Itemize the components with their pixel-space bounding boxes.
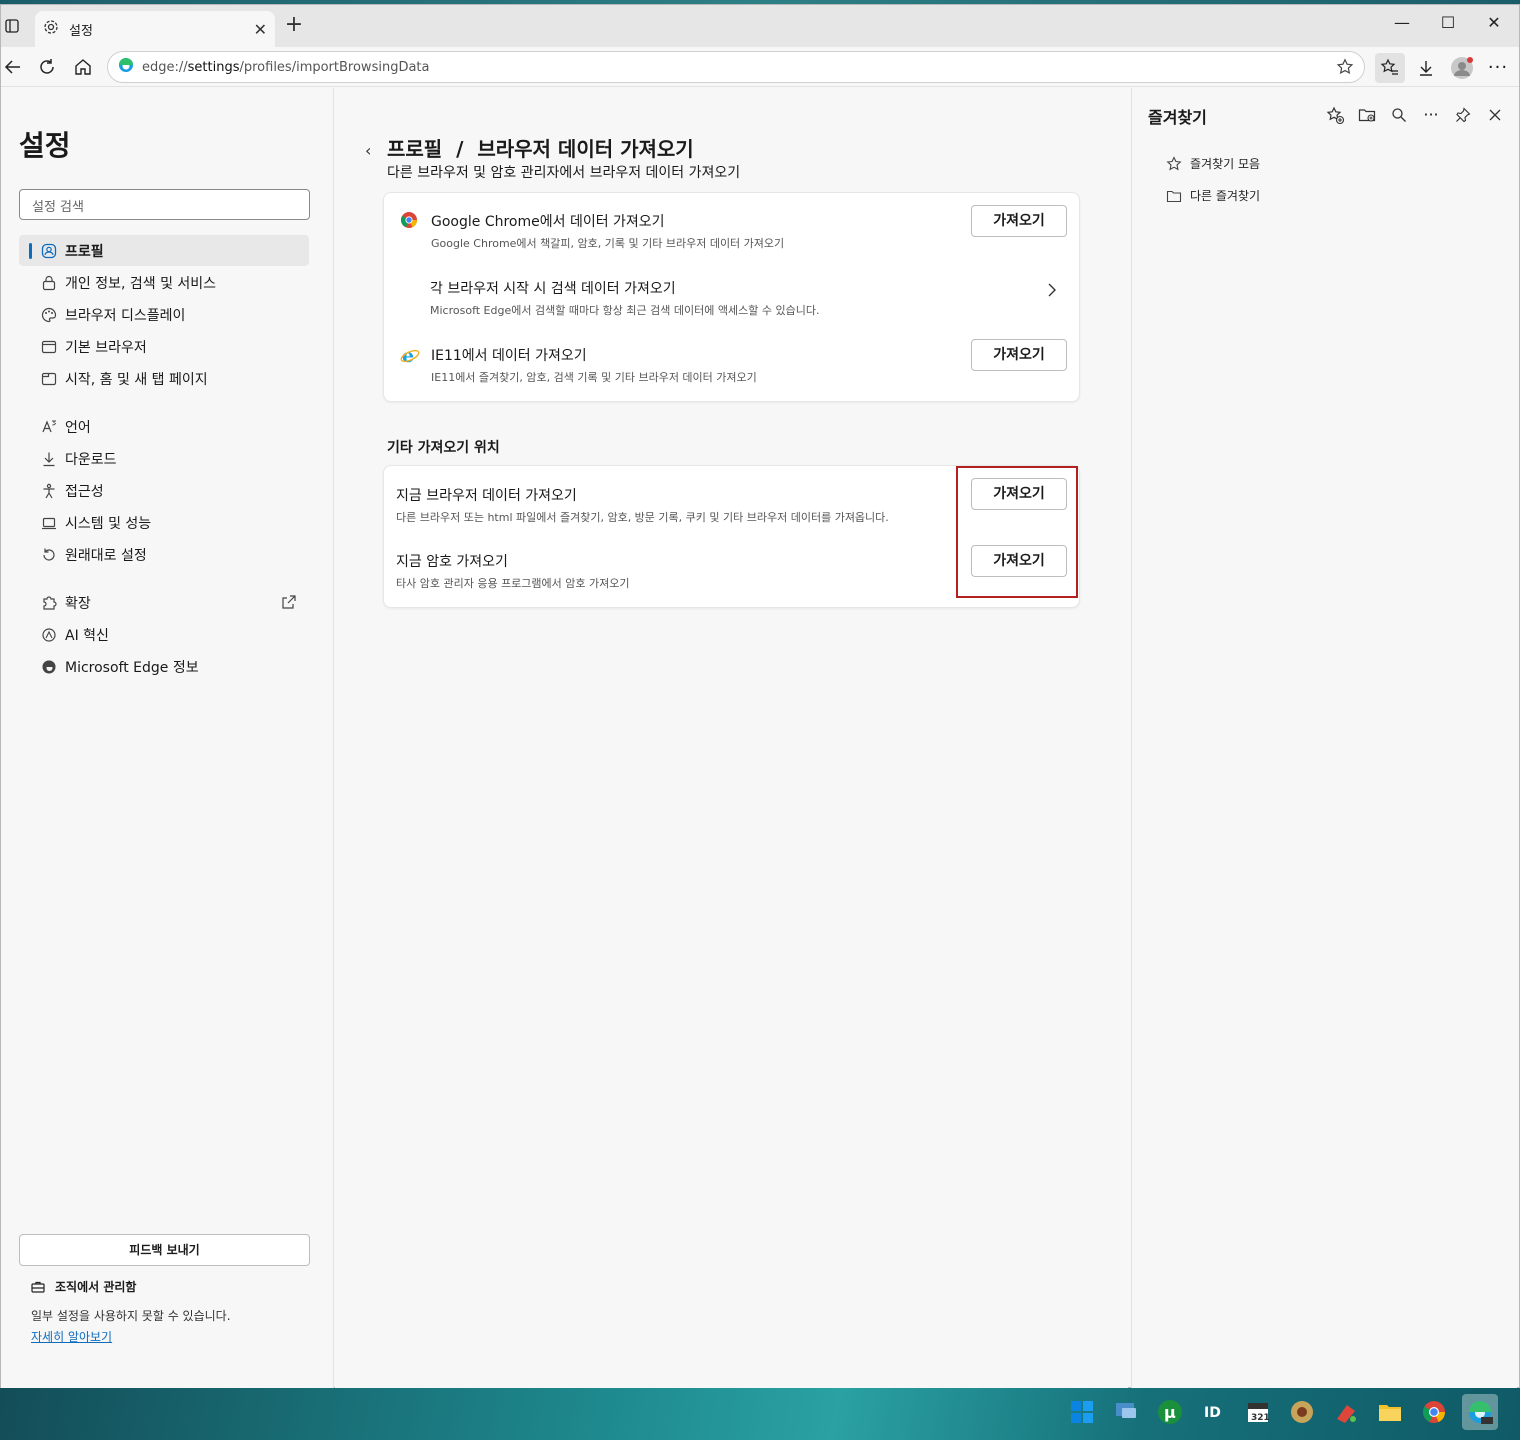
sidebar-item-language[interactable]: 언어 xyxy=(19,411,309,442)
sidebar-item-system[interactable]: 시스템 및 성능 xyxy=(19,507,309,538)
lock-icon xyxy=(41,275,57,291)
favorites-pane: 즐겨찾기 ··· 즐겨찾기 모음 다른 즐겨찾기 xyxy=(1131,88,1517,1388)
file-explorer-icon[interactable] xyxy=(1374,1396,1406,1428)
main-content: ‹ 프로필 / 브라우저 데이터 가져오기 다른 브라우저 및 암호 관리자에서… xyxy=(335,88,1128,1388)
tab-bar: 설정 ✕ + — ☐ ✕ xyxy=(1,5,1519,47)
downloads-button[interactable] xyxy=(1411,53,1441,83)
minimize-button[interactable]: — xyxy=(1379,13,1425,39)
import-card: Google Chrome에서 데이터 가져오기 Google Chrome에서… xyxy=(383,192,1080,402)
page-subtitle: 다른 브라우저 및 암호 관리자에서 브라우저 데이터 가져오기 xyxy=(387,165,741,181)
more-options-icon[interactable]: ··· xyxy=(1420,104,1442,126)
close-pane-icon[interactable] xyxy=(1484,104,1506,126)
ai-icon xyxy=(41,627,57,643)
add-favorite-star-icon[interactable] xyxy=(1336,58,1354,80)
browser-icon xyxy=(41,339,57,355)
refresh-button[interactable] xyxy=(35,55,59,79)
managed-notice: 조직에서 관리함 xyxy=(31,1278,136,1295)
home-button[interactable] xyxy=(71,55,95,79)
accessibility-icon xyxy=(41,483,57,499)
maximize-button[interactable]: ☐ xyxy=(1425,13,1471,39)
chevron-right-icon xyxy=(1047,282,1057,301)
learn-more-link[interactable]: 자세히 알아보기 xyxy=(31,1328,112,1345)
settings-search-input[interactable]: 설정 검색 xyxy=(19,189,310,220)
sidebar-item-ai[interactable]: AI 혁신 xyxy=(19,619,309,650)
sidebar-item-profile[interactable]: 프로필 xyxy=(19,235,309,266)
list-item: Google Chrome에서 데이터 가져오기 Google Chrome에서… xyxy=(384,193,1079,259)
other-favorites-item[interactable]: 다른 즐겨찾기 xyxy=(1166,187,1260,204)
sidebar-item-extensions[interactable]: 확장 xyxy=(19,587,309,618)
add-favorite-icon[interactable] xyxy=(1324,104,1346,126)
download-icon xyxy=(41,451,57,467)
toolbar: edge://settings/profiles/importBrowsingD… xyxy=(1,47,1519,87)
close-window-button[interactable]: ✕ xyxy=(1471,13,1517,39)
tab-settings[interactable]: 설정 ✕ xyxy=(35,11,275,47)
edge-icon xyxy=(118,57,134,77)
pin-icon[interactable] xyxy=(1452,104,1474,126)
sidebar-item-display[interactable]: 브라우저 디스플레이 xyxy=(19,299,309,330)
sidebar-item-default-browser[interactable]: 기본 브라우저 xyxy=(19,331,309,362)
remote-desktop-icon[interactable] xyxy=(1110,1396,1142,1428)
import-chrome-button[interactable]: 가져오기 xyxy=(971,205,1067,237)
svg-text:ID: ID xyxy=(1204,1405,1221,1421)
home-tab-icon xyxy=(41,371,57,387)
favorites-button[interactable] xyxy=(1375,53,1405,83)
new-tab-button[interactable]: + xyxy=(283,14,305,37)
section-title: 기타 가져오기 위치 xyxy=(387,440,500,456)
svg-text:µ: µ xyxy=(1164,1403,1176,1422)
import-ie11-button[interactable]: 가져오기 xyxy=(971,339,1067,371)
calendar-app-icon[interactable]: 321 xyxy=(1242,1396,1274,1428)
page-title: 프로필 / 브라우저 데이터 가져오기 xyxy=(387,137,694,161)
laptop-icon xyxy=(41,515,57,531)
add-folder-icon[interactable] xyxy=(1356,104,1378,126)
ie-icon: e xyxy=(400,345,420,367)
chrome-taskbar-icon[interactable] xyxy=(1418,1396,1450,1428)
favorites-bar-item[interactable]: 즐겨찾기 모음 xyxy=(1166,155,1260,172)
svg-text:321: 321 xyxy=(1251,1413,1270,1423)
profile-avatar[interactable] xyxy=(1447,53,1477,83)
address-bar[interactable]: edge://settings/profiles/importBrowsingD… xyxy=(107,51,1365,83)
sidebar-item-accessibility[interactable]: 접근성 xyxy=(19,475,309,506)
paint-app-icon[interactable] xyxy=(1330,1396,1362,1428)
feedback-button[interactable]: 피드백 보내기 xyxy=(19,1234,310,1266)
tab-title: 설정 xyxy=(69,23,93,39)
edge-taskbar-icon[interactable] xyxy=(1462,1394,1498,1430)
sidebar-item-reset[interactable]: 원래대로 설정 xyxy=(19,539,309,570)
chrome-icon xyxy=(400,211,418,229)
browser-window: 설정 ✕ + — ☐ ✕ edge://settings/profiles/im… xyxy=(0,4,1520,1388)
briefcase-icon xyxy=(31,1280,45,1294)
search-icon[interactable] xyxy=(1388,104,1410,126)
reset-icon xyxy=(41,547,57,563)
folder-icon xyxy=(1166,188,1182,204)
media-player-icon[interactable] xyxy=(1286,1396,1318,1428)
url-text: edge://settings/profiles/importBrowsingD… xyxy=(142,59,430,75)
star-icon xyxy=(1166,155,1182,172)
palette-icon xyxy=(41,307,57,323)
edge-logo-icon xyxy=(41,659,57,675)
managed-description: 일부 설정을 사용하지 못할 수 있습니다. xyxy=(31,1309,231,1323)
external-link-icon xyxy=(281,594,297,614)
import-on-launch-row[interactable]: 각 브라우저 시작 시 검색 데이터 가져오기 Microsoft Edge에서… xyxy=(384,260,1079,326)
utorrent-icon[interactable]: µ xyxy=(1154,1396,1186,1428)
language-icon xyxy=(41,419,57,435)
list-item: e IE11에서 데이터 가져오기 IE11에서 즐겨찾기, 암호, 검색 기록… xyxy=(384,327,1079,393)
back-chevron-icon[interactable]: ‹ xyxy=(365,141,371,160)
more-menu-icon[interactable]: ··· xyxy=(1483,53,1513,83)
id-app-icon[interactable]: ID xyxy=(1198,1396,1230,1428)
back-button[interactable] xyxy=(1,55,25,79)
start-icon[interactable] xyxy=(1066,1396,1098,1428)
sidebar-item-about[interactable]: Microsoft Edge 정보 xyxy=(19,651,309,682)
sidebar-item-downloads[interactable]: 다운로드 xyxy=(19,443,309,474)
close-tab-icon[interactable]: ✕ xyxy=(254,20,267,39)
settings-sidebar: 설정 설정 검색 프로필 개인 정보, 검색 및 서비스 브라우저 디스플레이 … xyxy=(1,88,334,1388)
highlight-box xyxy=(956,466,1078,598)
settings-title: 설정 xyxy=(19,129,71,162)
sidebar-item-privacy[interactable]: 개인 정보, 검색 및 서비스 xyxy=(19,267,309,298)
favorites-title: 즐겨찾기 xyxy=(1148,108,1207,127)
puzzle-icon xyxy=(41,595,57,611)
tab-actions-icon[interactable] xyxy=(1,15,23,37)
profile-icon xyxy=(41,243,57,259)
gear-icon xyxy=(43,19,59,39)
sidebar-item-start-home[interactable]: 시작, 홈 및 새 탭 페이지 xyxy=(19,363,309,394)
